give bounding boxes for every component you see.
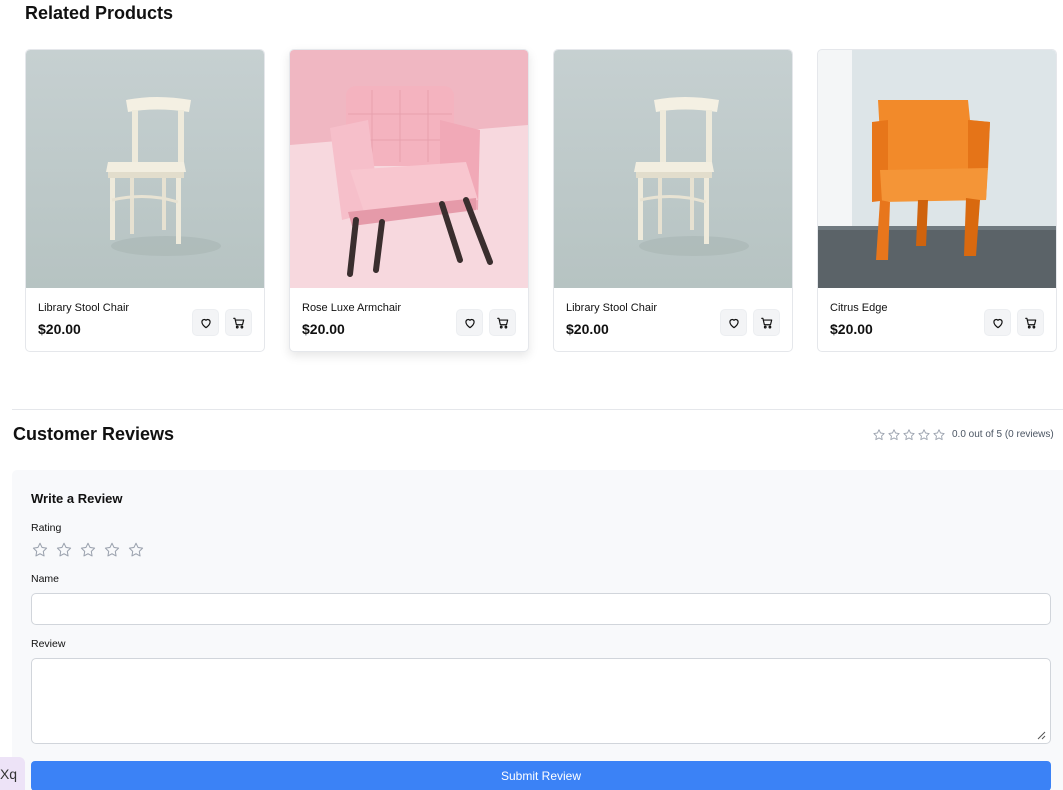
review-label: Review [31,638,66,650]
heart-icon [464,318,475,328]
add-to-wishlist-button[interactable] [192,309,219,336]
product-name[interactable]: Citrus Edge [830,302,887,314]
section-divider [12,409,1063,410]
add-to-cart-button[interactable] [489,309,516,336]
product-card[interactable]: Library Stool Chair $20.00 [25,49,265,352]
review-textarea[interactable] [31,658,1051,744]
product-price: $20.00 [830,321,873,337]
product-image[interactable] [290,50,528,288]
related-products-title: Related Products [25,3,174,23]
product-card[interactable]: Rose Luxe Armchair $20.00 [289,49,529,352]
average-rating-stars [872,428,946,442]
submit-review-button[interactable]: Submit Review [31,761,1051,790]
add-to-cart-button[interactable] [753,309,780,336]
heart-icon [200,318,211,328]
write-review-panel: Write a Review Rating Name Review Submit… [12,470,1063,790]
product-price: $20.00 [38,321,81,337]
add-to-cart-button[interactable] [1017,309,1044,336]
product-card[interactable]: Citrus Edge $20.00 [817,49,1057,352]
star-rating-2-icon[interactable] [55,541,73,559]
product-image[interactable] [818,50,1056,288]
add-to-wishlist-button[interactable] [984,309,1011,336]
product-name[interactable]: Library Stool Chair [566,302,657,314]
write-review-title: Write a Review [31,491,123,506]
add-to-wishlist-button[interactable] [720,309,747,336]
heart-icon [992,318,1003,328]
rating-summary-text: 0.0 out of 5 (0 reviews) [952,429,1054,440]
name-input[interactable] [31,593,1051,625]
cart-icon [1024,317,1036,328]
star-rating-4-icon[interactable] [103,541,121,559]
floating-widget[interactable]: Xq [0,757,25,790]
add-to-wishlist-button[interactable] [456,309,483,336]
star-outline-icon [933,428,945,440]
customer-reviews-title: Customer Reviews [13,424,175,444]
star-outline-icon [873,428,885,440]
product-image[interactable] [554,50,792,288]
star-outline-icon [918,428,930,440]
heart-icon [728,318,739,328]
product-price: $20.00 [566,321,609,337]
cart-icon [232,317,244,328]
related-products-grid: Library Stool Chair $20.00 Rose Luxe Arm… [25,49,1063,352]
rating-input [31,541,145,559]
product-name[interactable]: Rose Luxe Armchair [302,302,401,314]
rating-label: Rating [31,522,62,534]
rating-summary: 0.0 out of 5 (0 reviews) [872,427,1054,442]
add-to-cart-button[interactable] [225,309,252,336]
product-card[interactable]: Library Stool Chair $20.00 [553,49,793,352]
cart-icon [760,317,772,328]
resize-grip-icon[interactable] [1036,730,1046,740]
name-label: Name [31,573,60,585]
product-image[interactable] [26,50,264,288]
star-rating-5-icon[interactable] [127,541,145,559]
cart-icon [496,317,508,328]
product-price: $20.00 [302,321,345,337]
star-rating-1-icon[interactable] [31,541,49,559]
star-outline-icon [888,428,900,440]
star-outline-icon [903,428,915,440]
star-rating-3-icon[interactable] [79,541,97,559]
product-name[interactable]: Library Stool Chair [38,302,129,314]
